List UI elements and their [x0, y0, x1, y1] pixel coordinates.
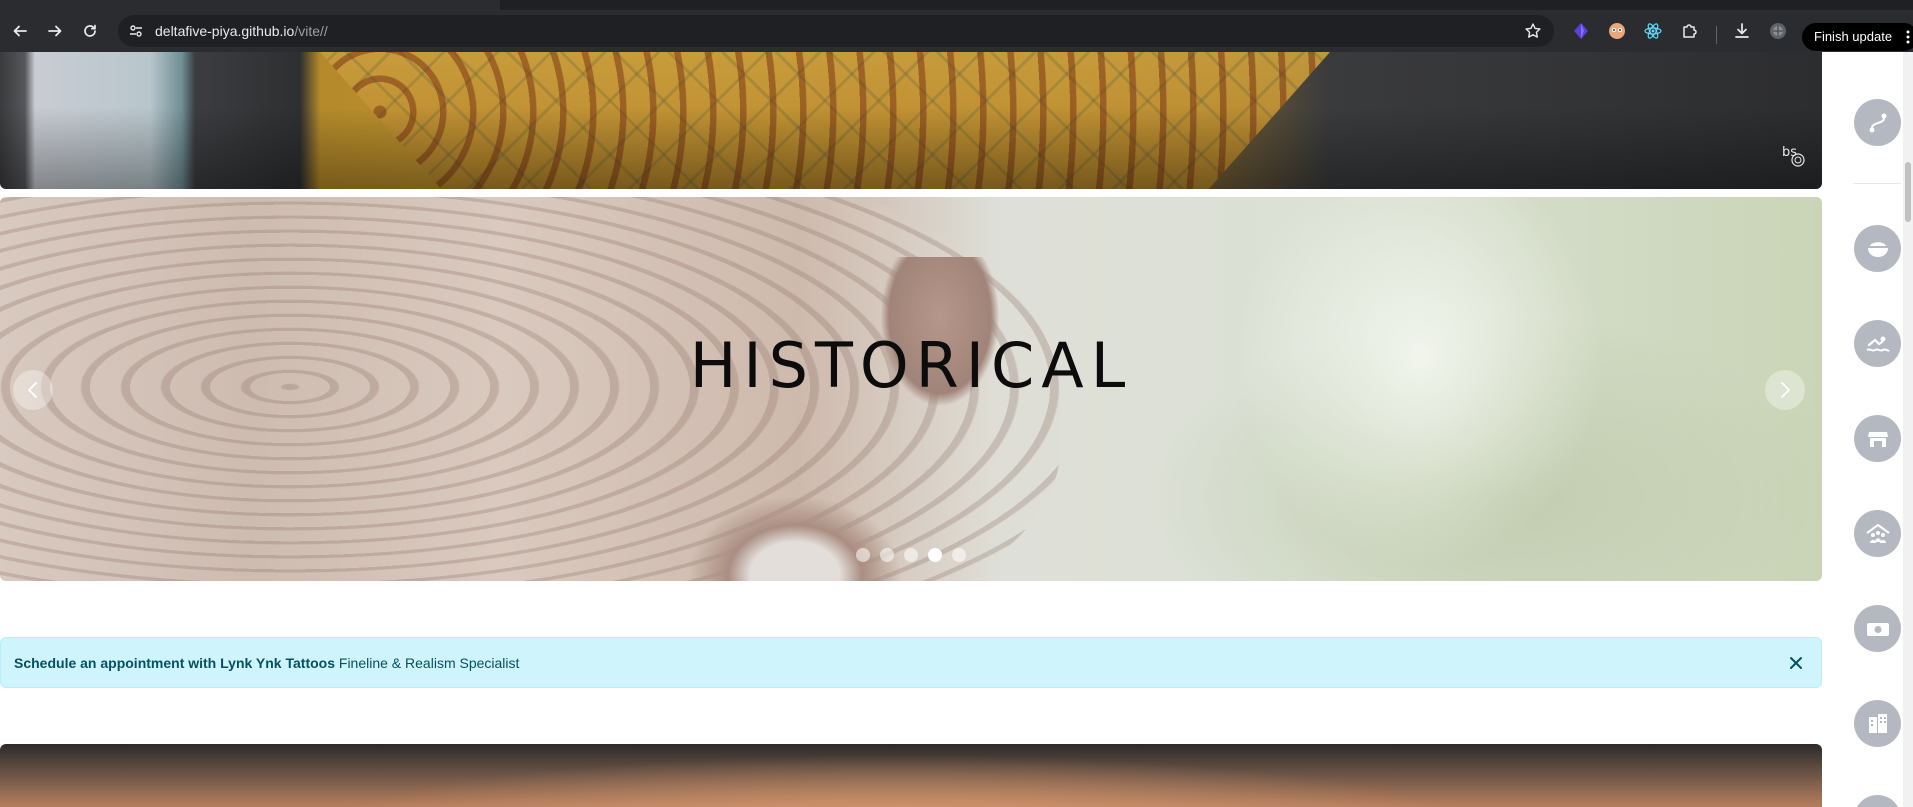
site-info-icon[interactable]: [128, 23, 144, 39]
sidebar-swim-button[interactable]: [1854, 320, 1901, 367]
chevron-right-icon: [1781, 382, 1790, 398]
kebab-menu-icon: [1906, 30, 1910, 44]
alert-text: Schedule an appointment with Lynk Ynk Ta…: [14, 655, 519, 671]
active-tab[interactable]: [0, 0, 500, 10]
back-arrow-icon: [13, 25, 27, 37]
svg-text:bs: bs: [1782, 145, 1797, 160]
forward-button[interactable]: [41, 17, 69, 45]
close-icon[interactable]: [1787, 654, 1805, 672]
image-carousel[interactable]: HISTORICAL: [0, 197, 1822, 581]
star-icon[interactable]: [1524, 22, 1542, 40]
swimmer-icon: [1865, 336, 1890, 352]
reload-icon: [84, 24, 96, 37]
carousel-indicator-dot[interactable]: [928, 548, 942, 562]
carousel-indicator-dot[interactable]: [880, 548, 894, 562]
tab-strip: [0, 0, 1913, 10]
puzzle-icon[interactable]: [1681, 22, 1699, 40]
route-icon: [1869, 113, 1886, 132]
profile-avatar-icon[interactable]: [1769, 22, 1787, 40]
sidebar-divider: [1853, 183, 1901, 184]
bowl-icon: [1867, 241, 1888, 257]
extension-react-icon[interactable]: [1644, 22, 1662, 40]
back-button[interactable]: [6, 17, 34, 45]
top-banner-image: bs: [0, 52, 1822, 189]
alert-strong-text[interactable]: Schedule an appointment with Lynk Ynk Ta…: [14, 655, 335, 671]
url-text[interactable]: deltafive-piya.github.io/vite//: [155, 23, 328, 39]
building-icon: [1868, 713, 1887, 733]
extension-avatar-icon[interactable]: [1608, 22, 1626, 40]
carousel-indicator-dot[interactable]: [904, 548, 918, 562]
carousel-prev-button[interactable]: [13, 370, 53, 410]
right-sidebar: [1822, 52, 1913, 807]
sidebar-store-button[interactable]: [1854, 415, 1901, 462]
sidebar-building-button[interactable]: [1854, 700, 1901, 747]
address-bar[interactable]: deltafive-piya.github.io/vite//: [118, 15, 1554, 47]
sidebar-money-button[interactable]: [1854, 605, 1901, 652]
people-roof-icon: [1865, 523, 1890, 543]
sidebar-food-button[interactable]: [1854, 225, 1901, 272]
sidebar-community-button[interactable]: [1854, 510, 1901, 557]
page-scrollbar[interactable]: [1903, 52, 1913, 807]
download-icon[interactable]: [1733, 22, 1751, 40]
appointment-alert: Schedule an appointment with Lynk Ynk Ta…: [0, 637, 1822, 688]
carousel-indicator-dot[interactable]: [856, 548, 870, 562]
carousel-next-button[interactable]: [1765, 370, 1805, 410]
forward-arrow-icon: [48, 25, 62, 37]
reload-button[interactable]: [76, 17, 104, 45]
sidebar-route-button[interactable]: [1854, 99, 1901, 146]
finish-update-label: Finish update: [1814, 29, 1893, 44]
url-host: deltafive-piya.github.io: [155, 23, 295, 39]
carousel-indicator-dot[interactable]: [952, 548, 966, 562]
watermark-logo: bs: [1782, 145, 1805, 167]
chevron-left-icon: [28, 382, 37, 398]
carousel-indicators: [856, 548, 966, 562]
carousel-caption: HISTORICAL: [689, 329, 1133, 402]
money-bill-icon: [1866, 622, 1889, 636]
finish-update-button[interactable]: Finish update: [1802, 23, 1913, 51]
page-viewport: bs HISTORICAL Schedule an appointment wi…: [0, 52, 1913, 807]
bottom-banner-image: [0, 744, 1822, 807]
alert-subtext: Fineline & Realism Specialist: [338, 655, 520, 671]
extension-obsidian-icon[interactable]: [1572, 22, 1590, 40]
url-path: /vite//: [294, 23, 328, 39]
browser-toolbar: deltafive-piya.github.io/vite// Finish u…: [0, 10, 1913, 52]
store-icon: [1867, 431, 1888, 447]
toolbar-divider: [1716, 26, 1717, 44]
scrollbar-thumb[interactable]: [1905, 162, 1911, 222]
sidebar-more-button[interactable]: [1854, 795, 1901, 807]
